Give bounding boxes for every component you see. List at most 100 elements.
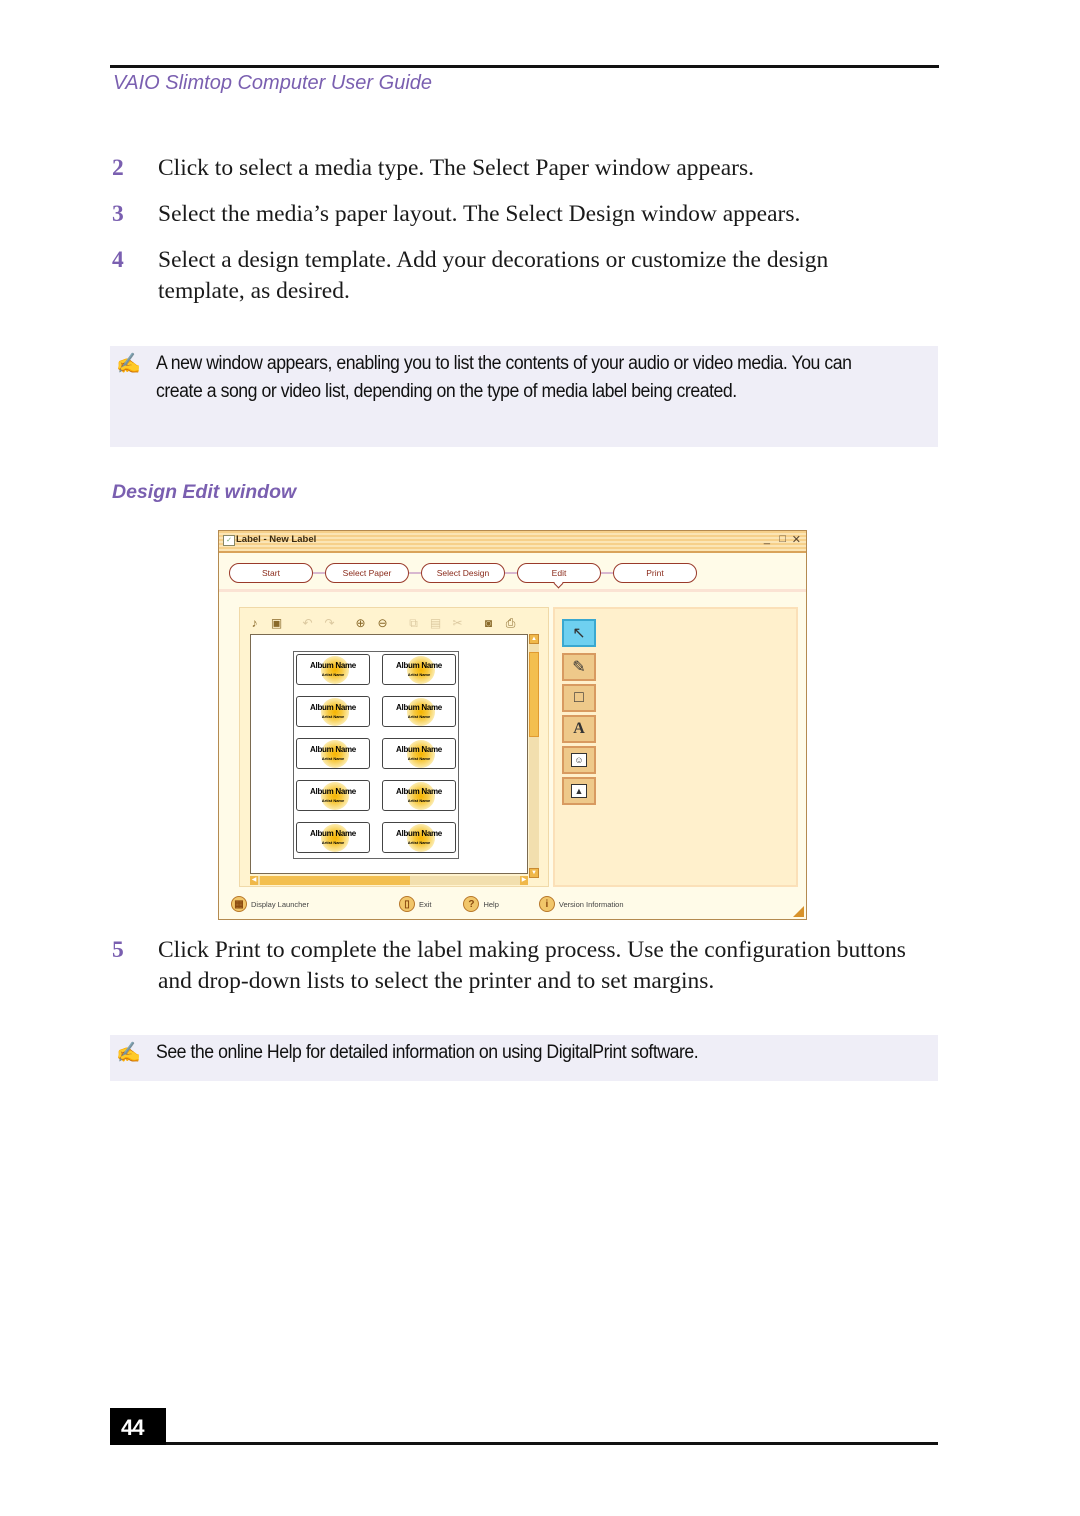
zoom-out-icon[interactable]: ⊖ [374, 615, 391, 631]
select-arrow-tool[interactable]: ↖ [562, 619, 596, 647]
design-canvas[interactable]: Album Name Artist Name Album Name Artist Na… [250, 634, 528, 874]
header-rule [110, 65, 939, 68]
footer-rule [166, 1442, 938, 1445]
step-connector [409, 572, 421, 574]
help-icon: ? [463, 896, 480, 912]
album-label[interactable]: Album Name Artist Name [296, 738, 370, 769]
version-information-label: Version Information [558, 899, 624, 909]
figure-caption: Design Edit window [112, 481, 297, 503]
display-launcher-button[interactable]: ▦ Display Launcher [231, 896, 309, 912]
exit-button[interactable]: ▯ Exit [398, 896, 432, 912]
step-number: 3 [112, 201, 124, 227]
artist-name-text: Artist Name [321, 840, 345, 845]
wizard-step-print[interactable]: Print [613, 563, 697, 583]
album-name-text: Album Name [396, 829, 442, 838]
clipart-tool[interactable]: ☺ [562, 746, 596, 774]
artist-name-text: Artist Name [407, 840, 431, 845]
tools-panel: ↖ ✎ □ A ☺ ▲ [553, 607, 798, 887]
app-icon: ✓ [223, 535, 235, 546]
wizard-steps: Start Select Paper Select Design Edit Pr… [229, 562, 697, 584]
save-icon[interactable]: ▣ [268, 615, 285, 631]
design-edit-window: ✓ Label - New Label _ □ ✕ Start Select P… [218, 530, 807, 920]
window-title: Label - New Label [236, 534, 317, 545]
artist-name-text: Artist Name [407, 672, 431, 677]
display-launcher-icon: ▦ [231, 896, 247, 912]
copy-icon[interactable]: ⧉ [405, 615, 422, 631]
note-text: A new window appears, enabling you to li… [156, 353, 852, 402]
horizontal-scrollbar[interactable]: ◀ ▶ [250, 876, 528, 885]
resize-grip-icon[interactable] [793, 906, 804, 917]
text-tool-icon: A [573, 720, 585, 737]
artist-name-text: Artist Name [407, 756, 431, 761]
step-item: 5 Click Print to complete the label maki… [110, 935, 910, 997]
maximize-button[interactable]: □ [779, 533, 786, 545]
note-pen-icon: ✍ [116, 1042, 141, 1064]
artist-name-text: Artist Name [407, 798, 431, 803]
text-tool[interactable]: A [562, 715, 596, 743]
step-number: 5 [112, 937, 124, 963]
wizard-divider [219, 589, 806, 592]
vertical-scrollbar[interactable]: ▲ ▼ [529, 634, 539, 878]
page-number: 44 [110, 1408, 166, 1445]
clipart-tool-icon: ☺ [571, 753, 587, 767]
cut-icon[interactable]: ✂ [449, 615, 466, 631]
note-box: ✍ A new window appears, enabling you to … [110, 346, 938, 447]
vertical-scroll-thumb[interactable] [529, 652, 539, 737]
scroll-right-icon[interactable]: ▶ [520, 876, 528, 885]
artist-name-text: Artist Name [321, 714, 345, 719]
scroll-up-icon[interactable]: ▲ [529, 634, 539, 644]
scroll-left-icon[interactable]: ◀ [250, 876, 258, 885]
note-text: See the online Help for detailed informa… [156, 1042, 699, 1063]
exit-label: Exit [418, 899, 432, 909]
exit-icon: ▯ [398, 896, 415, 912]
album-label[interactable]: Album Name Artist Name [296, 780, 370, 811]
album-name-text: Album Name [396, 745, 442, 754]
close-button[interactable]: ✕ [792, 533, 801, 546]
fill-icon[interactable]: ◙ [480, 615, 497, 631]
step-item: 3 Select the media’s paper layout. The S… [110, 199, 910, 230]
album-label[interactable]: Album Name Artist Name [296, 696, 370, 727]
pencil-tool[interactable]: ✎ [562, 653, 596, 681]
print-icon[interactable]: ⎙ [502, 615, 519, 631]
album-label[interactable]: Album Name Artist Name [296, 822, 370, 853]
redo-icon[interactable]: ↷ [321, 615, 338, 631]
album-label[interactable]: Album Name Artist Name [382, 738, 456, 769]
step-number: 2 [112, 155, 124, 181]
artist-name-text: Artist Name [321, 672, 345, 677]
artist-name-text: Artist Name [321, 798, 345, 803]
wizard-step-edit[interactable]: Edit [517, 563, 601, 583]
rectangle-tool[interactable]: □ [562, 684, 596, 712]
minimize-button[interactable]: _ [764, 533, 770, 545]
help-button[interactable]: ? Help [463, 896, 499, 912]
album-label[interactable]: Album Name Artist Name [296, 654, 370, 685]
album-label[interactable]: Album Name Artist Name [382, 654, 456, 685]
import-music-icon[interactable]: ♪ [246, 615, 263, 631]
wizard-step-select-paper[interactable]: Select Paper [325, 563, 409, 583]
album-label[interactable]: Album Name Artist Name [382, 780, 456, 811]
album-name-text: Album Name [396, 661, 442, 670]
horizontal-scroll-thumb[interactable] [260, 876, 410, 885]
paste-icon[interactable]: ▤ [427, 615, 444, 631]
album-name-text: Album Name [396, 787, 442, 796]
wizard-step-start[interactable]: Start [229, 563, 313, 583]
undo-icon[interactable]: ↶ [299, 615, 316, 631]
title-bar: ✓ Label - New Label _ □ ✕ [219, 531, 806, 553]
step-item: 2 Click to select a media type. The Sele… [110, 153, 910, 184]
version-information-button[interactable]: i Version Information [538, 896, 624, 912]
album-name-text: Album Name [396, 703, 442, 712]
step-text: Click to select a media type. The Select… [158, 155, 755, 181]
zoom-in-icon[interactable]: ⊕ [352, 615, 369, 631]
album-label[interactable]: Album Name Artist Name [382, 696, 456, 727]
step-text: Select the media’s paper layout. The Sel… [158, 201, 801, 227]
artist-name-text: Artist Name [321, 756, 345, 761]
wizard-step-select-design[interactable]: Select Design [421, 563, 505, 583]
scroll-down-icon[interactable]: ▼ [529, 868, 539, 878]
step-number: 4 [112, 247, 124, 273]
rectangle-tool-icon: □ [574, 689, 584, 706]
display-launcher-label: Display Launcher [251, 899, 309, 909]
image-tool[interactable]: ▲ [562, 777, 596, 805]
step-text: Click Print to complete the label making… [158, 937, 906, 994]
album-label[interactable]: Album Name Artist Name [382, 822, 456, 853]
album-name-text: Album Name [310, 787, 356, 796]
album-name-text: Album Name [310, 745, 356, 754]
